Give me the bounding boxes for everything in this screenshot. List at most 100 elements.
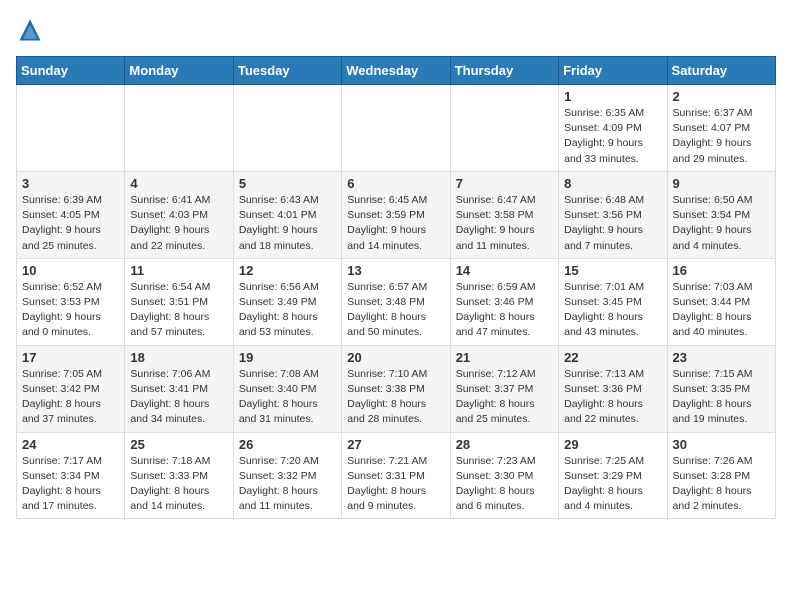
calendar-header-monday: Monday [125,57,233,85]
day-info: Sunrise: 6:54 AM Sunset: 3:51 PM Dayligh… [130,280,227,341]
day-number: 1 [564,89,661,104]
day-number: 4 [130,176,227,191]
day-number: 16 [673,263,770,278]
day-number: 17 [22,350,119,365]
calendar-week-row: 10Sunrise: 6:52 AM Sunset: 3:53 PM Dayli… [17,258,776,345]
day-info: Sunrise: 6:56 AM Sunset: 3:49 PM Dayligh… [239,280,336,341]
day-number: 21 [456,350,553,365]
calendar-header-thursday: Thursday [450,57,558,85]
day-info: Sunrise: 7:13 AM Sunset: 3:36 PM Dayligh… [564,367,661,428]
day-info: Sunrise: 7:15 AM Sunset: 3:35 PM Dayligh… [673,367,770,428]
day-info: Sunrise: 7:12 AM Sunset: 3:37 PM Dayligh… [456,367,553,428]
day-info: Sunrise: 7:05 AM Sunset: 3:42 PM Dayligh… [22,367,119,428]
calendar-week-row: 3 Sunrise: 6:39 AM Sunset: 4:05 PM Daylig… [17,171,776,258]
calendar-cell [233,85,341,172]
calendar-cell: 8 Sunrise: 6:48 AM Sunset: 3:56 PM Daylig… [559,171,667,258]
day-number: 25 [130,437,227,452]
logo [16,16,48,44]
day-number: 30 [673,437,770,452]
day-number: 14 [456,263,553,278]
day-number: 6 [347,176,444,191]
calendar-cell: 19 Sunrise: 7:08 AM Sunset: 3:40 PM Dayli… [233,345,341,432]
calendar-cell: 30 Sunrise: 7:26 AM Sunset: 3:28 PM Dayli… [667,432,775,519]
calendar-cell: 7 Sunrise: 6:47 AM Sunset: 3:58 PM Daylig… [450,171,558,258]
calendar-header-sunday: Sunday [17,57,125,85]
calendar-cell: 21 Sunrise: 7:12 AM Sunset: 3:37 PM Dayli… [450,345,558,432]
day-number: 27 [347,437,444,452]
day-info: Sunrise: 6:39 AM Sunset: 4:05 PM Dayligh… [22,193,119,254]
day-number: 19 [239,350,336,365]
calendar-cell: 9 Sunrise: 6:50 AM Sunset: 3:54 PM Daylig… [667,171,775,258]
calendar-cell: 18Sunrise: 7:06 AM Sunset: 3:41 PM Dayli… [125,345,233,432]
day-number: 12 [239,263,336,278]
calendar-cell [450,85,558,172]
calendar-cell: 20 Sunrise: 7:10 AM Sunset: 3:38 PM Dayli… [342,345,450,432]
calendar-cell [125,85,233,172]
calendar-cell: 11 Sunrise: 6:54 AM Sunset: 3:51 PM Dayli… [125,258,233,345]
calendar-cell: 22 Sunrise: 7:13 AM Sunset: 3:36 PM Dayli… [559,345,667,432]
calendar-cell: 25 Sunrise: 7:18 AM Sunset: 3:33 PM Dayli… [125,432,233,519]
calendar-week-row: 1 Sunrise: 6:35 AM Sunset: 4:09 PM Daylig… [17,85,776,172]
day-number: 9 [673,176,770,191]
calendar-header-tuesday: Tuesday [233,57,341,85]
day-info: Sunrise: 7:20 AM Sunset: 3:32 PM Dayligh… [239,454,336,515]
day-info: Sunrise: 7:21 AM Sunset: 3:31 PM Dayligh… [347,454,444,515]
calendar-cell: 27 Sunrise: 7:21 AM Sunset: 3:31 PM Dayli… [342,432,450,519]
day-info: Sunrise: 6:35 AM Sunset: 4:09 PM Dayligh… [564,106,661,167]
calendar-cell: 5Sunrise: 6:43 AM Sunset: 4:01 PM Daylig… [233,171,341,258]
day-info: Sunrise: 7:25 AM Sunset: 3:29 PM Dayligh… [564,454,661,515]
day-number: 2 [673,89,770,104]
logo-icon [16,16,44,44]
day-number: 7 [456,176,553,191]
calendar-header-friday: Friday [559,57,667,85]
calendar-cell: 23 Sunrise: 7:15 AM Sunset: 3:35 PM Dayli… [667,345,775,432]
day-info: Sunrise: 6:45 AM Sunset: 3:59 PM Dayligh… [347,193,444,254]
calendar-cell: 1 Sunrise: 6:35 AM Sunset: 4:09 PM Daylig… [559,85,667,172]
day-number: 28 [456,437,553,452]
day-info: Sunrise: 7:03 AM Sunset: 3:44 PM Dayligh… [673,280,770,341]
day-info: Sunrise: 6:57 AM Sunset: 3:48 PM Dayligh… [347,280,444,341]
day-info: Sunrise: 6:48 AM Sunset: 3:56 PM Dayligh… [564,193,661,254]
day-number: 20 [347,350,444,365]
day-info: Sunrise: 6:59 AM Sunset: 3:46 PM Dayligh… [456,280,553,341]
calendar-cell: 29 Sunrise: 7:25 AM Sunset: 3:29 PM Dayli… [559,432,667,519]
day-number: 23 [673,350,770,365]
calendar-table: SundayMondayTuesdayWednesdayThursdayFrid… [16,56,776,519]
page-header [16,16,776,44]
day-info: Sunrise: 6:47 AM Sunset: 3:58 PM Dayligh… [456,193,553,254]
day-number: 22 [564,350,661,365]
calendar-cell: 24Sunrise: 7:17 AM Sunset: 3:34 PM Dayli… [17,432,125,519]
calendar-header-wednesday: Wednesday [342,57,450,85]
day-number: 29 [564,437,661,452]
calendar-cell: 26 Sunrise: 7:20 AM Sunset: 3:32 PM Dayli… [233,432,341,519]
day-number: 3 [22,176,119,191]
day-info: Sunrise: 7:18 AM Sunset: 3:33 PM Dayligh… [130,454,227,515]
calendar-cell: 6 Sunrise: 6:45 AM Sunset: 3:59 PM Daylig… [342,171,450,258]
day-info: Sunrise: 7:01 AM Sunset: 3:45 PM Dayligh… [564,280,661,341]
calendar-cell: 2Sunrise: 6:37 AM Sunset: 4:07 PM Daylig… [667,85,775,172]
day-info: Sunrise: 7:08 AM Sunset: 3:40 PM Dayligh… [239,367,336,428]
day-number: 26 [239,437,336,452]
calendar-cell: 28 Sunrise: 7:23 AM Sunset: 3:30 PM Dayli… [450,432,558,519]
day-info: Sunrise: 7:23 AM Sunset: 3:30 PM Dayligh… [456,454,553,515]
calendar-cell: 12 Sunrise: 6:56 AM Sunset: 3:49 PM Dayli… [233,258,341,345]
calendar-header-saturday: Saturday [667,57,775,85]
calendar-cell: 4 Sunrise: 6:41 AM Sunset: 4:03 PM Daylig… [125,171,233,258]
day-info: Sunrise: 7:06 AM Sunset: 3:41 PM Dayligh… [130,367,227,428]
day-number: 5 [239,176,336,191]
calendar-cell: 3 Sunrise: 6:39 AM Sunset: 4:05 PM Daylig… [17,171,125,258]
day-number: 8 [564,176,661,191]
day-info: Sunrise: 6:41 AM Sunset: 4:03 PM Dayligh… [130,193,227,254]
day-info: Sunrise: 6:52 AM Sunset: 3:53 PM Dayligh… [22,280,119,341]
day-info: Sunrise: 7:26 AM Sunset: 3:28 PM Dayligh… [673,454,770,515]
calendar-header-row: SundayMondayTuesdayWednesdayThursdayFrid… [17,57,776,85]
calendar-cell [342,85,450,172]
day-number: 24 [22,437,119,452]
calendar-cell: 13 Sunrise: 6:57 AM Sunset: 3:48 PM Dayli… [342,258,450,345]
calendar-cell: 16 Sunrise: 7:03 AM Sunset: 3:44 PM Dayli… [667,258,775,345]
day-info: Sunrise: 6:50 AM Sunset: 3:54 PM Dayligh… [673,193,770,254]
day-number: 13 [347,263,444,278]
day-info: Sunrise: 7:10 AM Sunset: 3:38 PM Dayligh… [347,367,444,428]
calendar-cell: 17 Sunrise: 7:05 AM Sunset: 3:42 PM Dayli… [17,345,125,432]
day-number: 11 [130,263,227,278]
